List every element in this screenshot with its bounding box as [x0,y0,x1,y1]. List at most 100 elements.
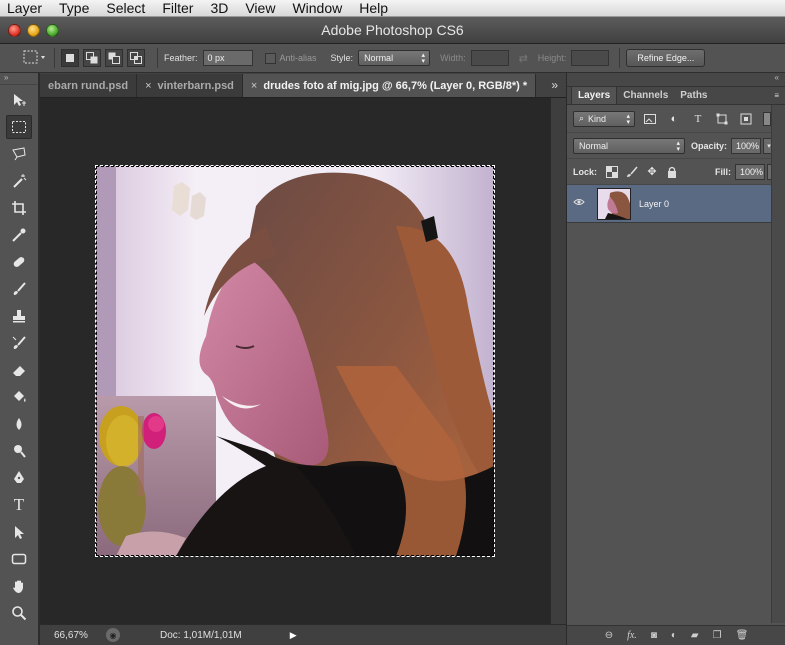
eraser-icon[interactable] [6,358,32,382]
layer-style-icon[interactable]: fx. [627,630,637,641]
tab-vinterbarn[interactable]: × vinterbarn.psd [137,74,243,97]
layers-panel: « Layers Channels Paths ≡ ⌕ Kind ▴ ▾ ◐ T … [566,73,785,645]
tab-ebarn-rund[interactable]: ebarn rund.psd [40,74,138,97]
paint-bucket-icon[interactable] [6,385,32,409]
adjustment-filter-icon[interactable]: ◐ [665,110,683,128]
more-tabs-icon[interactable]: » [543,78,566,92]
new-selection-button[interactable] [61,49,79,67]
blend-mode-select[interactable]: Normal ▴ ▾ [573,137,685,154]
refine-edge-button[interactable]: Refine Edge... [626,49,706,67]
menu-window[interactable]: Window [285,0,352,16]
filter-toggle[interactable] [763,111,771,126]
new-selection-icon [66,54,74,62]
layer-name[interactable]: Layer 0 [639,199,669,209]
height-label: Height: [537,53,567,63]
status-options-icon[interactable]: ◉ [106,628,120,642]
menu-filter[interactable]: Filter [155,0,203,16]
new-layer-icon[interactable]: ❐ [713,630,722,641]
fill-label: Fill: [715,166,731,177]
feather-label: Feather: [164,53,198,63]
select-arrows-icon: ▴ ▾ [626,112,630,126]
smart-object-filter-icon[interactable] [737,110,755,128]
lasso-icon[interactable] [6,142,32,166]
tool-preset-picker[interactable] [22,49,48,67]
dodge-icon[interactable] [6,439,32,463]
menu-select[interactable]: Select [99,0,155,16]
menu-bar: Layer Type Select Filter 3D View Window … [0,0,785,17]
tab-layers[interactable]: Layers [571,86,618,104]
select-arrows-icon: ▴ ▾ [421,52,426,65]
antialias-checkbox[interactable] [264,52,276,64]
width-label: Width: [440,53,466,63]
add-mask-icon[interactable]: ◙ [651,630,657,641]
subtract-from-selection-button[interactable] [105,49,123,67]
path-selection-icon[interactable] [6,520,32,544]
intersect-selection-button[interactable] [127,49,145,67]
healing-brush-icon[interactable] [6,250,32,274]
menu-view[interactable]: View [238,0,285,16]
status-menu-arrow-icon[interactable]: ▶ [290,630,297,641]
kind-filter-select[interactable]: ⌕ Kind ▴ ▾ [573,110,635,127]
history-brush-icon[interactable] [6,331,32,355]
width-input[interactable] [470,50,509,66]
menu-help[interactable]: Help [352,0,398,16]
close-tab-icon[interactable]: × [145,80,151,92]
magic-wand-icon[interactable] [6,169,32,193]
visibility-eye-icon[interactable] [567,198,591,209]
pen-icon[interactable] [6,466,32,490]
status-bar: 66,67% ◉ Doc: 1,01M/1,01M ▶ [40,624,566,645]
menu-3d[interactable]: 3D [203,0,238,16]
tab-drudes-foto[interactable]: × drudes foto af mig.jpg @ 66,7% (Layer … [242,74,537,97]
blend-row: Normal ▴ ▾ Opacity: 100% ▾ [567,133,785,159]
rectangular-marquee-icon[interactable] [6,115,32,139]
lock-image-icon[interactable] [623,163,641,181]
hand-icon[interactable] [6,574,32,598]
pixel-filter-icon[interactable] [641,110,659,128]
new-group-icon[interactable]: ▰ [691,630,699,641]
eyedropper-icon[interactable] [6,223,32,247]
layer-row[interactable]: Layer 0 [567,185,785,223]
blur-icon[interactable] [6,412,32,436]
tab-label: ebarn rund.psd [48,79,129,92]
collapse-panels-icon[interactable]: « [567,73,785,87]
crop-icon[interactable] [6,196,32,220]
type-filter-icon[interactable]: T [689,110,707,128]
close-tab-icon[interactable]: × [251,80,257,92]
lock-all-icon[interactable] [663,163,681,181]
style-label: Style: [330,53,354,63]
tab-channels[interactable]: Channels [617,87,674,104]
adjustment-layer-icon[interactable]: ◐ [671,630,677,641]
marquee-preset-icon [23,50,45,64]
vertical-scrollbar[interactable] [550,98,566,624]
menu-type[interactable]: Type [52,0,99,16]
menu-layer[interactable]: Layer [0,0,52,16]
move-tool-icon[interactable] [6,88,32,112]
tab-label: drudes foto af mig.jpg @ 66,7% (Layer 0,… [263,79,528,92]
lock-transparent-icon[interactable] [603,163,621,181]
add-to-selection-button[interactable] [83,49,101,67]
collapse-tools-icon[interactable]: » [0,73,38,85]
style-select[interactable]: Normal ▴ ▾ [358,50,431,66]
height-input[interactable] [571,50,610,66]
clone-stamp-icon[interactable] [6,304,32,328]
feather-input[interactable]: 0 px [202,50,253,66]
lock-position-icon[interactable]: ✥ [643,163,661,181]
link-layers-icon[interactable]: ⊖ [605,630,613,641]
delete-layer-icon[interactable]: 🗑 [736,630,749,641]
swap-width-height-icon[interactable]: ⇄ [519,52,528,65]
zoom-level[interactable]: 66,67% [40,630,100,641]
panel-scrollbar[interactable] [771,105,785,623]
zoom-icon[interactable] [6,601,32,625]
document-size: Doc: 1,01M/1,01M [160,629,242,641]
type-icon[interactable]: T [6,493,32,517]
lock-row: Lock: ✥ Fill: 100% ▾ [567,159,785,185]
panel-menu-icon[interactable]: ≡ [774,91,785,104]
shape-icon[interactable] [6,547,32,571]
opacity-input[interactable]: 100% [731,137,762,154]
subtract-selection-icon [108,52,120,64]
tab-paths[interactable]: Paths [674,87,713,104]
fill-input[interactable]: 100% [735,163,765,180]
panel-tabs: Layers Channels Paths ≡ [567,86,785,105]
brush-icon[interactable] [6,277,32,301]
shape-filter-icon[interactable] [713,110,731,128]
